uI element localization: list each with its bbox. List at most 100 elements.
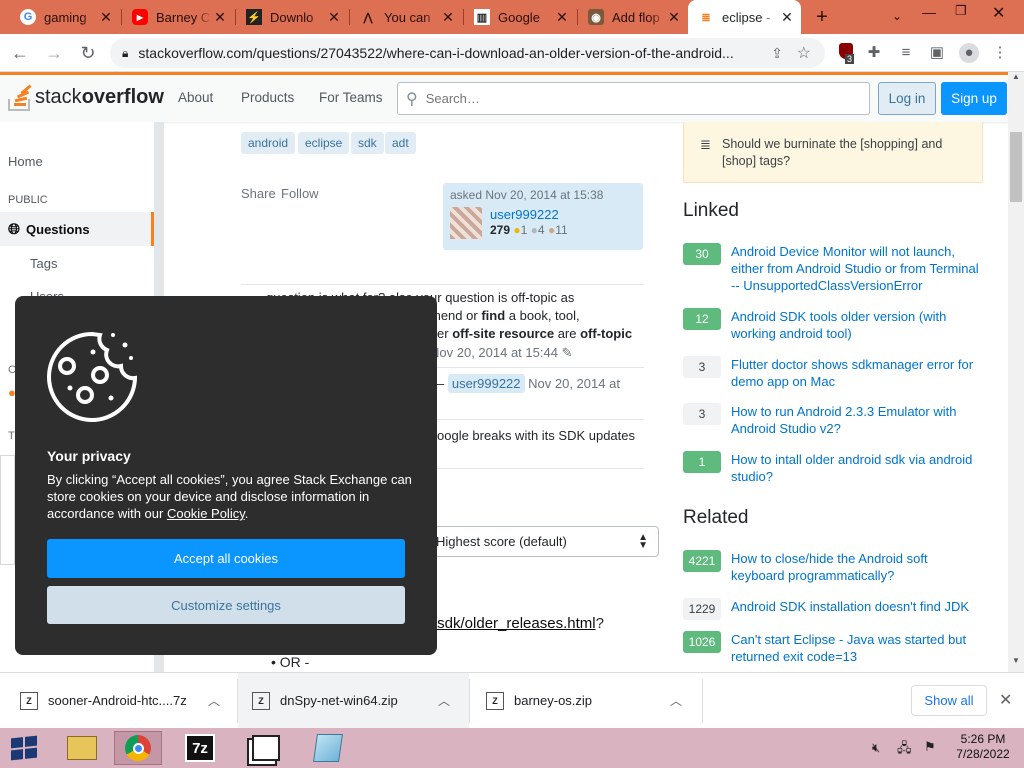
ublock-extension-icon[interactable]: 3: [836, 43, 856, 64]
customize-settings-button[interactable]: Customize settings: [47, 586, 405, 624]
tab-title: You can: [384, 9, 431, 25]
address-bar[interactable]: 🔒︎ stackoverflow.com/questions/27043522/…: [110, 38, 825, 68]
linked-item[interactable]: 30 Android Device Monitor will not launch…: [683, 243, 983, 294]
tag-adt[interactable]: adt: [385, 132, 416, 154]
nav-tags[interactable]: Tags: [30, 256, 57, 271]
new-tab-icon[interactable]: +: [812, 6, 832, 29]
close-icon[interactable]: ✕: [779, 9, 795, 26]
close-icon[interactable]: ✕: [98, 9, 114, 26]
show-all-downloads-button[interactable]: Show all: [911, 685, 987, 716]
nav-for-teams[interactable]: For Teams: [319, 90, 383, 105]
share-link[interactable]: Share: [241, 186, 276, 201]
search-icon: ⚲: [406, 90, 418, 108]
linked-item[interactable]: 1 How to intall older android sdk via and…: [683, 451, 983, 485]
user-name-link[interactable]: user999222: [490, 207, 568, 222]
file-explorer-icon[interactable]: [58, 731, 106, 765]
reload-icon[interactable]: ↻: [76, 42, 100, 64]
task-view-icon[interactable]: [242, 731, 290, 765]
download-filename: barney-os.zip: [514, 693, 593, 708]
nav-home[interactable]: Home: [8, 154, 43, 169]
page-scrollbar[interactable]: ▲ ▼: [1008, 72, 1024, 672]
tab-youtube[interactable]: ▶ Barney C ✕: [122, 0, 234, 34]
7zip-icon[interactable]: 7z: [176, 731, 224, 765]
older-releases-link[interactable]: /sdk/older_releases.html: [433, 615, 596, 632]
download-item[interactable]: Z sooner-Android-htc....7z ︿: [0, 673, 237, 728]
download-item[interactable]: Z dnSpy-net-win64.zip ︿: [238, 673, 469, 728]
action-center-icon[interactable]: ⚑: [924, 739, 936, 755]
restore-icon[interactable]: ❐: [955, 3, 967, 19]
close-icon[interactable]: ✕: [326, 9, 342, 26]
chevron-up-icon[interactable]: ︿: [438, 692, 450, 709]
scrollbar-thumb[interactable]: [1010, 132, 1022, 202]
network-icon[interactable]: 🖧︎: [897, 739, 912, 761]
volume-muted-icon[interactable]: 🔇︎: [872, 740, 880, 756]
minimize-icon[interactable]: —: [922, 4, 936, 20]
tab-download[interactable]: ⚡ Downlo ✕: [236, 0, 348, 34]
meta-stack-icon: ≣: [700, 137, 711, 152]
chevron-up-icon[interactable]: ︿: [670, 692, 682, 709]
tab-addflop[interactable]: ◉ Add flop ✕: [578, 0, 688, 34]
more-menu-icon[interactable]: ⋮: [990, 43, 1010, 63]
lock-icon[interactable]: 🔒︎: [122, 46, 128, 61]
linked-item[interactable]: 3 How to run Android 2.3.3 Emulator with …: [683, 403, 983, 437]
chrome-icon[interactable]: [114, 731, 162, 765]
close-download-bar-icon[interactable]: ✕: [999, 690, 1012, 710]
share-icon[interactable]: ⇪: [771, 45, 783, 62]
accept-all-cookies-button[interactable]: Accept all cookies: [47, 539, 405, 578]
back-arrow-icon[interactable]: ←: [8, 42, 32, 64]
notepad-icon[interactable]: [304, 731, 352, 765]
nav-questions[interactable]: 🌐︎ Questions: [0, 212, 154, 246]
close-icon[interactable]: ✕: [440, 9, 456, 26]
scroll-up-icon[interactable]: ▲: [1012, 72, 1020, 81]
related-heading: Related: [683, 507, 749, 528]
tab-google[interactable]: ▥ Google ✕: [464, 0, 576, 34]
search-box[interactable]: ⚲: [397, 82, 870, 115]
extensions-puzzle-icon[interactable]: ✚: [864, 43, 884, 63]
linked-item[interactable]: 3 Flutter doctor shows sdkmanager error f…: [683, 356, 983, 390]
related-item[interactable]: 1229 Android SDK installation doesn't fin…: [683, 598, 983, 620]
comment-user-link[interactable]: user999222: [447, 374, 525, 393]
tag-eclipse[interactable]: eclipse: [298, 132, 350, 154]
reputation: 279: [490, 223, 511, 237]
download-item[interactable]: Z barney-os.zip ︿: [470, 673, 702, 728]
bookmark-star-icon[interactable]: ☆: [797, 43, 811, 63]
divider: [702, 679, 703, 723]
scroll-down-icon[interactable]: ▼: [1012, 656, 1020, 665]
stackoverflow-logo[interactable]: stack overflow: [8, 83, 164, 111]
side-panel-icon[interactable]: ▣: [927, 43, 947, 63]
avatar[interactable]: [450, 207, 482, 239]
linked-item[interactable]: 12 Android SDK tools older version (with …: [683, 308, 983, 342]
close-icon[interactable]: ✕: [212, 9, 228, 26]
follow-link[interactable]: Follow: [281, 186, 319, 201]
window-close-icon[interactable]: ✕: [992, 3, 1005, 23]
tab-youcan[interactable]: ⋀ You can ✕: [350, 0, 462, 34]
nav-about[interactable]: About: [178, 90, 213, 105]
divider: [237, 679, 238, 723]
chevron-up-icon[interactable]: ︿: [208, 692, 220, 709]
divider: [241, 284, 644, 285]
tag-sdk[interactable]: sdk: [351, 132, 384, 154]
gold-badge-icon: ●: [513, 223, 521, 237]
answer-sort-select[interactable]: Highest score (default) ▲ ▼: [425, 526, 659, 557]
nav-products[interactable]: Products: [241, 90, 294, 105]
chevron-down-icon[interactable]: ⌄: [892, 9, 902, 23]
search-input[interactable]: [425, 91, 846, 106]
nav-section-public: PUBLIC: [8, 194, 48, 206]
close-icon[interactable]: ✕: [554, 9, 570, 26]
profile-icon[interactable]: ●: [959, 43, 979, 63]
close-icon[interactable]: ✕: [666, 9, 682, 26]
system-clock[interactable]: 5:26 PM 7/28/2022: [952, 732, 1014, 762]
meta-post-link[interactable]: Should we burninate the [shopping] and […: [722, 137, 942, 168]
login-button[interactable]: Log in: [878, 82, 936, 115]
tab-eclipse-active[interactable]: ≣ eclipse - ✕: [688, 0, 801, 34]
signup-button[interactable]: Sign up: [941, 82, 1007, 115]
logo-text-bold: overflow: [81, 85, 164, 108]
tab-gaming[interactable]: G gaming ✕: [10, 0, 120, 34]
start-windows-icon[interactable]: [0, 731, 48, 765]
media-queue-icon[interactable]: ≡: [896, 43, 916, 63]
related-item[interactable]: 1026 Can't start Eclipse - Java was start…: [683, 631, 983, 665]
related-item[interactable]: 4221 How to close/hide the Android soft k…: [683, 550, 983, 584]
forward-arrow-icon[interactable]: →: [42, 42, 66, 64]
cookie-policy-link[interactable]: Cookie Policy: [167, 506, 245, 521]
tag-android[interactable]: android: [241, 132, 296, 154]
